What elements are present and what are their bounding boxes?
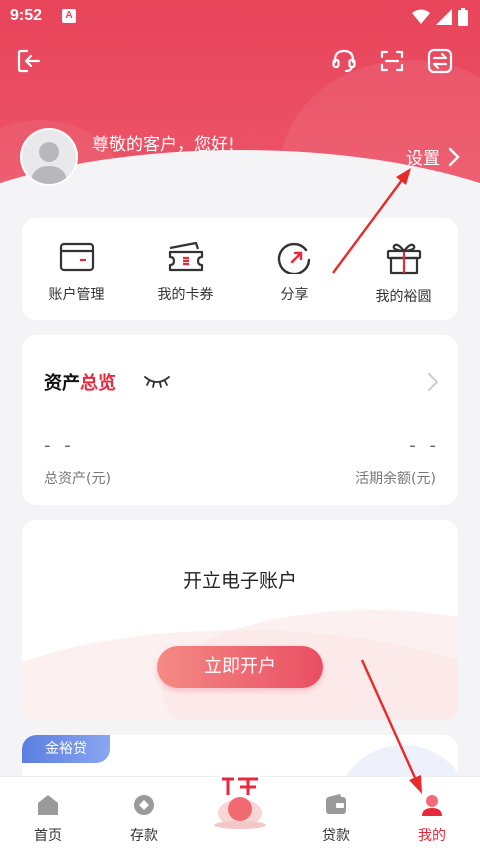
tab-label: 存款 [130, 828, 158, 844]
tab-label: 贷款 [322, 828, 350, 844]
status-bar: 9:52 A [0, 0, 480, 34]
customer-service-icon[interactable] [329, 46, 359, 76]
loan-tag: 金裕贷 [22, 735, 110, 763]
earn-icon [214, 775, 266, 829]
assets-title-highlight: 总览 [80, 373, 116, 394]
quick-action-account-management[interactable]: 账户管理 [22, 218, 131, 320]
open-account-card: 开立电子账户 立即开户 [22, 520, 458, 720]
profile-section: 尊敬的客户，您好! 设置 [20, 128, 460, 188]
tab-home[interactable]: 首页 [0, 777, 96, 855]
deposit-icon [134, 795, 154, 815]
quick-action-label: 我的卡券 [157, 287, 214, 303]
assets-overview-card[interactable]: 资产总览 - - 总资产(元) - - 活期余额(元) [22, 335, 458, 505]
gift-icon [386, 243, 421, 275]
quick-action-label: 我的裕圆 [375, 289, 432, 305]
assets-title-main: 资产 [44, 373, 80, 394]
assets-title: 资产总览 [44, 369, 116, 395]
switch-icon[interactable] [425, 46, 455, 76]
status-time: 9:52 [10, 7, 43, 24]
battery-icon [458, 8, 468, 26]
ticket-icon [168, 241, 203, 272]
quick-actions-card: 账户管理 我的卡券 分享 我的裕圆 [22, 218, 458, 320]
wifi-icon [412, 9, 430, 24]
total-assets-value: - - [44, 435, 75, 456]
greeting-text: 尊敬的客户，您好! [92, 135, 235, 155]
user-icon [422, 795, 442, 816]
share-icon [277, 242, 310, 274]
logout-icon[interactable] [14, 46, 44, 76]
tab-loan[interactable]: 贷款 [288, 777, 384, 855]
card-icon [59, 242, 94, 272]
total-assets-label: 总资产(元) [44, 471, 111, 487]
default-avatar-icon [22, 130, 76, 184]
signal-icon [436, 9, 452, 25]
scan-icon[interactable] [377, 46, 407, 76]
loan-icon [326, 794, 346, 814]
tab-label: 首页 [34, 828, 62, 844]
quick-action-my-coupons[interactable]: 我的卡券 [131, 218, 240, 320]
chevron-right-icon [448, 147, 460, 166]
open-account-button[interactable]: 立即开户 [157, 646, 323, 688]
tab-deposit[interactable]: 存款 [96, 777, 192, 855]
settings-label: 设置 [406, 149, 440, 169]
home-icon [38, 795, 58, 815]
quick-action-my-yuyuan[interactable]: 我的裕圆 [349, 218, 458, 320]
top-toolbar [0, 40, 480, 84]
current-balance-label: 活期余额(元) [355, 471, 436, 487]
avatar[interactable] [20, 128, 78, 186]
eye-closed-icon[interactable] [142, 373, 172, 389]
tab-mine[interactable]: 我的 [384, 777, 480, 855]
quick-action-label: 分享 [280, 287, 309, 303]
tab-earn[interactable] [192, 775, 288, 855]
current-balance-value: - - [409, 435, 440, 456]
open-account-heading: 开立电子账户 [182, 570, 297, 592]
settings-link[interactable]: 设置 [406, 144, 460, 169]
bottom-tab-bar: 首页 存款 贷款 我的 [0, 775, 480, 855]
quick-action-label: 账户管理 [48, 287, 105, 303]
notification-badge: A [62, 9, 76, 23]
chevron-right-icon[interactable] [426, 371, 440, 393]
tab-label: 我的 [418, 828, 446, 844]
quick-action-share[interactable]: 分享 [240, 218, 349, 320]
